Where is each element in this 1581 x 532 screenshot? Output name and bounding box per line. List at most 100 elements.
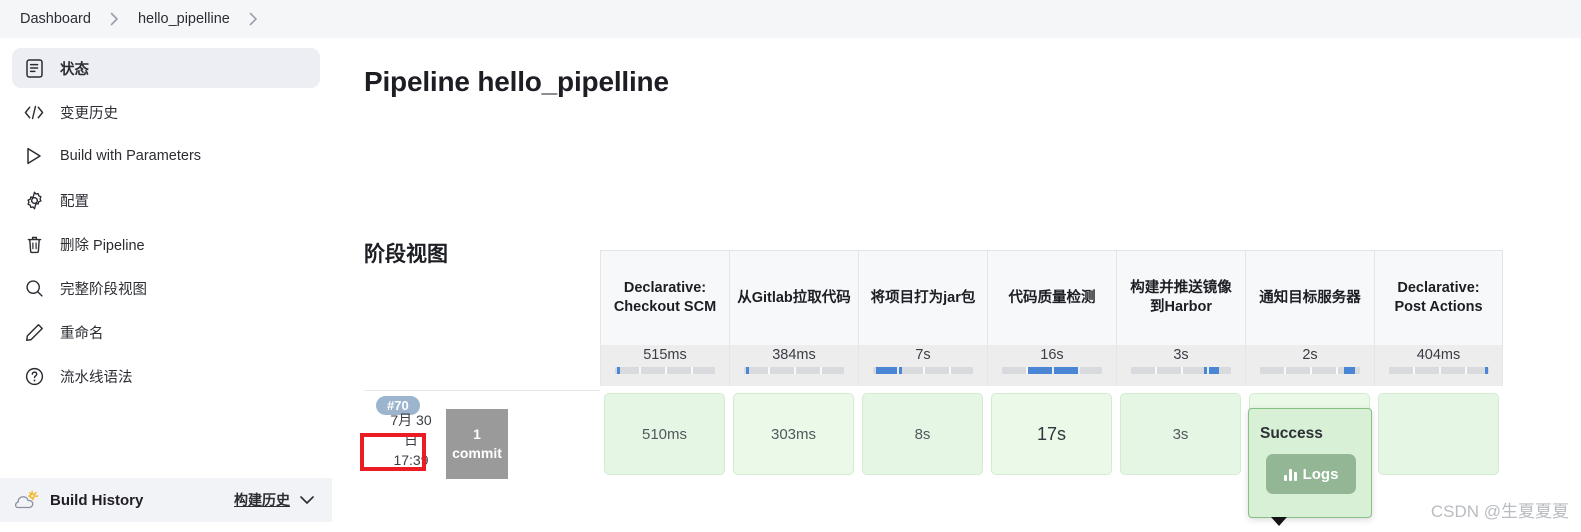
breadcrumb-item-dashboard[interactable]: Dashboard: [14, 8, 97, 30]
stage-name[interactable]: 将项目打为jar包: [858, 250, 987, 345]
stage-progress-bar: [615, 367, 715, 374]
sidebar-item-label: 删除 Pipeline: [60, 237, 145, 254]
build-stage-cell[interactable]: 3s: [1116, 390, 1245, 478]
commit-count: 1: [473, 426, 481, 443]
sidebar-item-full-stage-view[interactable]: 完整阶段视图: [12, 268, 320, 308]
stage-average-value: 3s: [1173, 347, 1189, 363]
sidebar-item-label: Build with Parameters: [60, 148, 202, 164]
chevron-down-icon[interactable]: [300, 495, 314, 505]
build-stage-cell[interactable]: 510ms: [600, 390, 729, 478]
bar-chart-icon: [1283, 468, 1297, 481]
stage-column: 从Gitlab拉取代码 384ms: [729, 250, 858, 386]
stage-progress-bar: [744, 367, 844, 374]
sidebar-item-label: 重命名: [60, 325, 104, 342]
stage-average-value: 384ms: [772, 347, 816, 363]
build-stage-duration: 17s: [991, 393, 1112, 475]
commit-label: commit: [452, 445, 502, 461]
stage-column: Declarative: Post Actions 404ms: [1374, 250, 1503, 386]
sidebar-item-label: 变更历史: [60, 105, 118, 122]
legend-column: Average stage times: (Average full run t…: [364, 250, 600, 437]
stage-average: 515ms: [600, 345, 729, 386]
sidebar-item-rename[interactable]: 重命名: [12, 312, 320, 352]
stage-column: 将项目打为jar包 7s: [858, 250, 987, 386]
sidebar-item-pipeline-syntax[interactable]: 流水线语法: [12, 356, 320, 396]
logs-button-label: Logs: [1302, 465, 1339, 483]
sidebar-item-label: 完整阶段视图: [60, 281, 147, 298]
stage-name[interactable]: 构建并推送镜像到Harbor: [1116, 250, 1245, 345]
stage-column: 构建并推送镜像到Harbor 3s: [1116, 250, 1245, 386]
sidebar-item-changes[interactable]: 变更历史: [12, 92, 320, 132]
build-history-header[interactable]: Build History 构建历史: [0, 478, 332, 522]
sidebar-item-configure[interactable]: 配置: [12, 180, 320, 220]
build-stage-duration: 3s: [1120, 393, 1241, 475]
stage-column: 通知目标服务器 2s: [1245, 250, 1374, 386]
stage-header-row: Average stage times: (Average full run t…: [364, 250, 1506, 437]
sidebar-item-status[interactable]: 状态: [12, 48, 320, 88]
stage-progress-bar: [1131, 367, 1231, 374]
page-title: Pipeline hello_pipelline: [364, 66, 669, 97]
stage-progress-bar: [1260, 367, 1360, 374]
build-stage-cell[interactable]: 17s: [987, 390, 1116, 478]
gear-icon: [24, 190, 44, 210]
build-history-link[interactable]: 构建历史: [234, 490, 290, 510]
build-stage-cell[interactable]: 8s: [858, 390, 987, 478]
build-stage-cell[interactable]: 303ms: [729, 390, 858, 478]
sidebar-item-delete-pipeline[interactable]: 删除 Pipeline: [12, 224, 320, 264]
stage-name[interactable]: Declarative: Post Actions: [1374, 250, 1503, 345]
stage-average-value: 16s: [1040, 347, 1064, 363]
partly-cloudy-icon: [14, 489, 40, 511]
stage-average: 404ms: [1374, 345, 1503, 386]
stage-average: 7s: [858, 345, 987, 386]
stage-average-value: 2s: [1302, 347, 1318, 363]
build-timestamp: 7月 30 日 17:39: [378, 411, 444, 471]
trash-icon: [24, 234, 44, 254]
sidebar-item-label: 流水线语法: [60, 369, 133, 386]
stage-progress-bar: [873, 367, 973, 374]
page-root: Dashboard hello_pipelline 状态 变更历史 Build …: [0, 0, 1581, 532]
stage-average-value: 7s: [915, 347, 931, 363]
logs-button[interactable]: Logs: [1266, 454, 1356, 494]
stage-name[interactable]: Declarative: Checkout SCM: [600, 250, 729, 345]
sidebar-nav: 状态 变更历史 Build with Parameters 配置 删除 Pipe…: [0, 48, 332, 396]
search-icon: [24, 278, 44, 298]
stage-column: Declarative: Checkout SCM 515ms: [600, 250, 729, 386]
build-stage-duration: 303ms: [733, 393, 854, 475]
code-icon: [24, 102, 44, 122]
popover-arrow: [1271, 517, 1287, 526]
breadcrumb-item-pipeline[interactable]: hello_pipelline: [132, 8, 236, 30]
build-stage-duration: 510ms: [604, 393, 725, 475]
chevron-right-icon-2: [240, 12, 267, 26]
stage-average-value: 404ms: [1416, 347, 1461, 363]
commit-count-box[interactable]: 1 commit: [446, 409, 508, 479]
stage-average: 384ms: [729, 345, 858, 386]
stage-name[interactable]: 通知目标服务器: [1245, 250, 1374, 345]
build-stage-duration: 8s: [862, 393, 983, 475]
build-stage-cell[interactable]: [1374, 390, 1503, 478]
stage-name[interactable]: 代码质量检测: [987, 250, 1116, 345]
build-time: 17:39: [393, 451, 429, 468]
main-content: Pipeline hello_pipelline 阶段视图 Average st…: [364, 0, 1581, 532]
build-date-line2: 日: [404, 431, 418, 448]
stage-progress-bar: [1388, 367, 1489, 374]
sidebar-item-label: 状态: [60, 61, 89, 78]
question-icon: [24, 366, 44, 386]
sidebar-item-build-with-parameters[interactable]: Build with Parameters: [12, 136, 320, 176]
stage-column: 代码质量检测 16s: [987, 250, 1116, 386]
stage-average: 16s: [987, 345, 1116, 386]
sidebar-item-label: 配置: [60, 193, 89, 210]
build-stage-duration: [1378, 393, 1499, 475]
stage-average-value: 515ms: [643, 347, 687, 363]
stage-popover: Success Logs: [1248, 408, 1372, 526]
popover-status-title: Success: [1260, 425, 1323, 442]
stage-progress-bar: [1002, 367, 1102, 374]
watermark: CSDN @生夏夏夏: [1430, 502, 1569, 521]
build-meta: #70 7月 30 日 17:39 1 commit: [364, 390, 600, 479]
stage-average: 2s: [1245, 345, 1374, 386]
play-icon: [24, 146, 44, 166]
sidebar: 状态 变更历史 Build with Parameters 配置 删除 Pipe…: [0, 48, 332, 522]
document-icon: [24, 58, 44, 78]
stage-average: 3s: [1116, 345, 1245, 386]
build-date-line1: 7月 30: [390, 412, 432, 428]
stage-name[interactable]: 从Gitlab拉取代码: [729, 250, 858, 345]
pencil-icon: [24, 322, 44, 342]
